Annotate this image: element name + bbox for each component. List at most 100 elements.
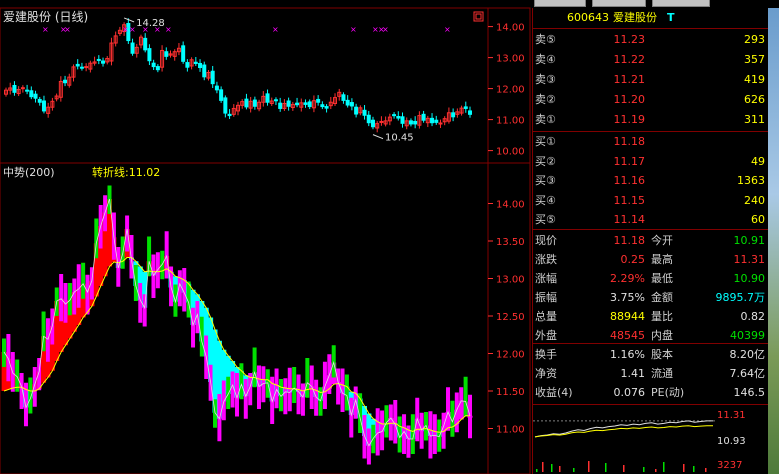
bid-row[interactable]: 买⑤ 11.14 60 [533,210,769,229]
mini-axis-label: 3237 [717,460,742,471]
indicator-bar [32,367,37,407]
candle-body [370,119,375,128]
bid-row[interactable]: 买④ 11.15 240 [533,191,769,210]
trade-flag: T [667,11,675,24]
indicator-bar [6,334,11,382]
mini-volume-bar [705,468,707,472]
ask-price: 11.23 [613,33,646,46]
toolbar-button-1[interactable] [534,0,586,7]
candle-body [430,117,435,124]
mini-volume-bar [643,467,645,472]
high-annotation: 14.28 [136,18,165,29]
candle-body [341,94,346,101]
ask-label: 卖① [535,113,556,126]
y-tick-label: 14.00 [496,23,525,34]
high-pointer [123,17,135,23]
indicator-bar [239,363,244,400]
mini-axis-label: 11.31 [717,410,746,421]
stat-label-2: 金额 [651,291,673,304]
kline-y-axis: 14.00 13.00 12.00 11.00 10.00 [488,23,525,158]
indicator-bar [160,250,165,280]
candle-body [227,113,232,117]
candle-body [438,122,443,125]
intraday-mini-chart[interactable]: 11.31 10.93 3237 [533,406,769,474]
indicator-bar [454,392,459,433]
bid-volume: 1363 [737,174,765,187]
ask-row[interactable]: 卖② 11.20 626 [533,90,769,109]
candle-body [307,101,312,108]
ask-label: 卖③ [535,73,556,86]
mini-volume-bar [536,469,538,472]
chart-area[interactable]: 爱建股份 (日线) 中势(200) 转折线:11.02 × ×× × × × × × × × × ×… [0,0,532,474]
candle-body [20,87,25,90]
stat-label: 涨跌 [535,253,557,266]
indicator-bar [274,368,279,409]
indicator-bar [59,274,64,322]
signal-marker: × [350,25,357,34]
y-tick-label: 13.50 [496,237,525,248]
stat-value-2: 7.64亿 [729,367,766,380]
candle-body [273,99,278,102]
y-tick-label: 13.00 [496,275,525,286]
maximize-icon[interactable] [473,11,484,22]
mini-volume-bar [605,463,607,472]
indicator-bar [142,294,147,327]
y-tick-label: 11.00 [496,425,525,436]
candle-body [37,98,42,103]
ask-row[interactable]: 卖④ 11.22 357 [533,50,769,69]
candle-body [101,60,106,64]
indicator-bar [296,374,301,415]
indicator-bar [432,414,437,454]
ask-price: 11.21 [613,73,646,86]
indicator-bar [388,404,393,441]
bid-price: 11.17 [613,154,646,168]
stat-label-2: 最高 [651,253,673,266]
indicator-bar [468,394,472,439]
candle-body [278,102,283,109]
indicator-bar [305,358,310,398]
bid-price: 11.18 [613,135,646,148]
indicator-bar [375,408,380,456]
toolbar-button-3[interactable] [652,0,710,7]
ask-volume: 311 [744,113,765,126]
ask-volume: 357 [744,53,765,66]
indicator-bar [45,318,50,362]
kline-title: 爱建股份 (日线) [3,10,88,24]
ask-row[interactable]: 卖⑤ 11.23 293 [533,30,769,49]
indicator-bar [67,283,72,316]
indicator-bar [133,265,138,301]
stat-label: 涨幅 [535,272,557,285]
indicator-bar [292,367,297,403]
indicator-bar [147,236,152,277]
candle-body [75,63,80,67]
stat-label-2: 最低 [651,272,673,285]
indicator-pane [1,185,473,465]
stat-label-2: 股本 [651,348,673,361]
candle-body [223,97,228,114]
y-tick-label: 14.00 [496,200,525,211]
candle-body [130,42,135,54]
bid-price: 11.14 [613,213,646,226]
signal-marker: × [165,25,172,34]
stat-value: 0.25 [620,253,646,266]
indicator-bar [199,316,204,357]
indicator-bar [256,365,261,409]
toolbar-button-2[interactable] [592,0,646,7]
ask-row[interactable]: 卖① 11.19 311 [533,110,769,129]
bid-row[interactable]: 买① 11.18 [533,132,769,151]
stat-value-2: 10.90 [733,272,766,285]
stat-label: 换手 [535,348,557,361]
stat-label-2: PE(动) [651,386,685,399]
bid-row[interactable]: 买③ 11.16 1363 [533,171,769,190]
ask-price: 11.20 [613,93,646,106]
indicator-bar [393,400,398,444]
candle-body [392,114,397,117]
divider [533,343,769,344]
bid-row[interactable]: 买② 11.17 49 [533,152,769,171]
candle-body [198,62,203,69]
signal-marker: × [382,25,389,34]
candle-body [79,66,84,69]
ask-row[interactable]: 卖③ 11.21 419 [533,70,769,89]
candle-body [63,79,68,84]
indicator-bar [155,252,160,289]
